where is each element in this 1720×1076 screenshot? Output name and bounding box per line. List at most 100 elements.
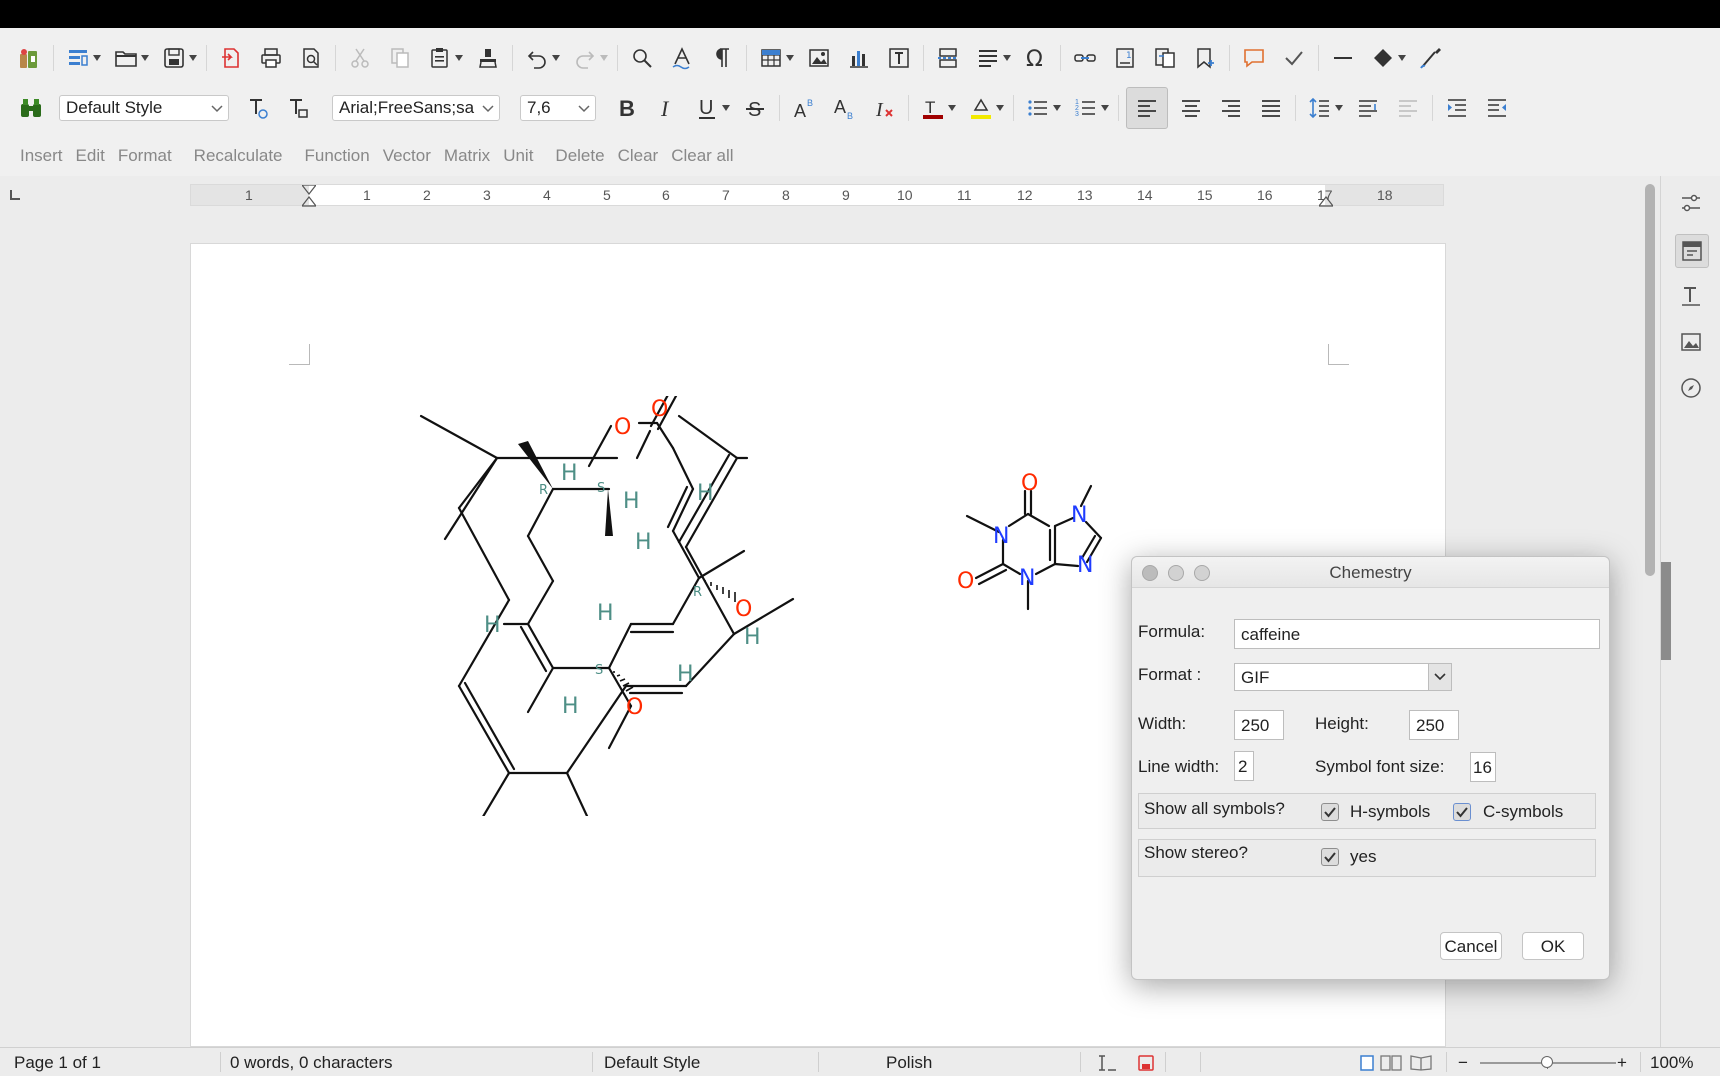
ok-button[interactable]: OK: [1522, 932, 1584, 960]
insert-table-icon[interactable]: [754, 41, 788, 75]
c-symbols-checkbox[interactable]: [1453, 803, 1471, 821]
paste-icon[interactable]: [423, 41, 457, 75]
vertical-scrollbar[interactable]: [1640, 176, 1660, 1047]
open-folder-icon[interactable]: [109, 41, 143, 75]
subscript-icon[interactable]: AB: [827, 91, 861, 125]
h-symbols-checkbox[interactable]: [1321, 803, 1339, 821]
formula-app-icon[interactable]: [12, 41, 46, 75]
chevron-down-icon[interactable]: [1100, 101, 1110, 115]
chevron-down-icon[interactable]: [140, 51, 150, 65]
strikethrough-icon[interactable]: S: [738, 91, 772, 125]
footnote-icon[interactable]: 1: [1108, 41, 1142, 75]
print-preview-icon[interactable]: [294, 41, 328, 75]
single-page-view-icon[interactable]: [1360, 1055, 1374, 1071]
underline-icon[interactable]: U: [690, 91, 724, 125]
print-icon[interactable]: [254, 41, 288, 75]
font-color-icon[interactable]: T: [916, 91, 950, 125]
chevron-down-icon[interactable]: [947, 101, 957, 115]
book-view-icon[interactable]: [1410, 1055, 1432, 1071]
zoom-in-button[interactable]: +: [1617, 1053, 1627, 1073]
zoom-out-button[interactable]: −: [1458, 1053, 1468, 1073]
font-name-select[interactable]: Arial;FreeSans;sa: [332, 95, 500, 121]
menu-clear[interactable]: Clear: [618, 146, 659, 166]
italic-icon[interactable]: I: [650, 91, 684, 125]
zoom-slider[interactable]: [1480, 1056, 1616, 1069]
insert-image-icon[interactable]: [802, 41, 836, 75]
page-style[interactable]: Default Style: [604, 1053, 700, 1073]
format-select[interactable]: GIF: [1234, 663, 1452, 691]
sidebar-navigator-button[interactable]: [1675, 372, 1707, 404]
superscript-icon[interactable]: AB: [787, 91, 821, 125]
menu-matrix[interactable]: Matrix: [444, 146, 490, 166]
chevron-down-icon[interactable]: [551, 51, 561, 65]
sidebar-settings-button[interactable]: [1675, 188, 1707, 220]
dialog-titlebar[interactable]: Chemestry: [1132, 557, 1609, 588]
menu-format[interactable]: Format: [118, 146, 172, 166]
zoom-level[interactable]: 100%: [1650, 1053, 1693, 1073]
sidebar-gallery-button[interactable]: [1675, 326, 1707, 358]
clear-formatting-icon[interactable]: I: [867, 91, 901, 125]
menu-function[interactable]: Function: [305, 146, 370, 166]
stereo-yes-checkbox[interactable]: [1321, 848, 1339, 866]
bulleted-list-icon[interactable]: [1021, 91, 1055, 125]
hyperlink-icon[interactable]: [1068, 41, 1102, 75]
find-replace-icon[interactable]: [625, 41, 659, 75]
cut-icon[interactable]: [343, 41, 377, 75]
zoom-slider-thumb[interactable]: [1541, 1056, 1553, 1068]
insert-line-icon[interactable]: [1326, 41, 1360, 75]
chevron-down-icon[interactable]: [92, 51, 102, 65]
chevron-down-icon[interactable]: [599, 51, 609, 65]
insert-textbox-icon[interactable]: [882, 41, 916, 75]
word-count[interactable]: 0 words, 0 characters: [230, 1053, 393, 1073]
numbered-list-icon[interactable]: 123: [1069, 91, 1103, 125]
language-indicator[interactable]: Polish: [886, 1053, 932, 1073]
chevron-down-icon[interactable]: [454, 51, 464, 65]
comment-icon[interactable]: [1237, 41, 1271, 75]
page-count[interactable]: Page 1 of 1: [14, 1053, 101, 1073]
highlight-color-icon[interactable]: [964, 91, 998, 125]
menu-delete[interactable]: Delete: [555, 146, 604, 166]
new-style-icon[interactable]: [281, 91, 315, 125]
chevron-down-icon[interactable]: [721, 101, 731, 115]
symbol-font-size-input[interactable]: 16: [1470, 752, 1496, 782]
width-input[interactable]: 250: [1234, 710, 1284, 740]
menu-insert[interactable]: Insert: [20, 146, 63, 166]
menu-vector[interactable]: Vector: [383, 146, 431, 166]
redo-icon[interactable]: [568, 41, 602, 75]
update-style-icon[interactable]: [241, 91, 275, 125]
justify-icon[interactable]: [1254, 91, 1288, 125]
tab-stop-selector[interactable]: [10, 190, 20, 200]
align-left-icon[interactable]: [1126, 87, 1168, 129]
basic-shapes-icon[interactable]: [1366, 41, 1400, 75]
insert-field-icon[interactable]: [971, 41, 1005, 75]
chevron-down-icon[interactable]: [995, 101, 1005, 115]
cancel-button[interactable]: Cancel: [1440, 932, 1502, 960]
sidebar-properties-button[interactable]: [1675, 234, 1709, 268]
insert-chart-icon[interactable]: [842, 41, 876, 75]
export-pdf-icon[interactable]: [214, 41, 248, 75]
binoculars-icon[interactable]: [14, 91, 48, 125]
clone-formatting-icon[interactable]: [471, 41, 505, 75]
chevron-down-icon[interactable]: [1334, 101, 1344, 115]
caffeine-structure[interactable]: O N N O N N: [951, 466, 1121, 626]
special-character-icon[interactable]: Ω: [1019, 41, 1053, 75]
line-spacing-icon[interactable]: [1303, 91, 1337, 125]
save-icon[interactable]: [157, 41, 191, 75]
copy-icon[interactable]: [383, 41, 417, 75]
draw-function-icon[interactable]: [1414, 41, 1448, 75]
new-document-icon[interactable]: [61, 41, 95, 75]
chevron-down-icon[interactable]: [188, 51, 198, 65]
horizontal-ruler[interactable]: 1 1 2 3 4 5 6 7 8 9 10 11 12 13 14 15 16…: [190, 184, 1444, 207]
sidebar-collapse-handle[interactable]: [1661, 562, 1671, 660]
scrollbar-thumb[interactable]: [1645, 184, 1655, 576]
page-break-icon[interactable]: [931, 41, 965, 75]
bold-icon[interactable]: B: [610, 91, 644, 125]
menu-recalculate[interactable]: Recalculate: [194, 146, 283, 166]
height-input[interactable]: 250: [1409, 710, 1459, 740]
spelling-icon[interactable]: [665, 41, 699, 75]
formula-input[interactable]: caffeine: [1234, 619, 1600, 649]
track-changes-icon[interactable]: [1277, 41, 1311, 75]
line-width-input[interactable]: 2: [1234, 751, 1254, 781]
macrolide-structure[interactable]: O O H S H H H H O H H H S H O R R: [401, 396, 801, 816]
align-right-icon[interactable]: [1214, 91, 1248, 125]
